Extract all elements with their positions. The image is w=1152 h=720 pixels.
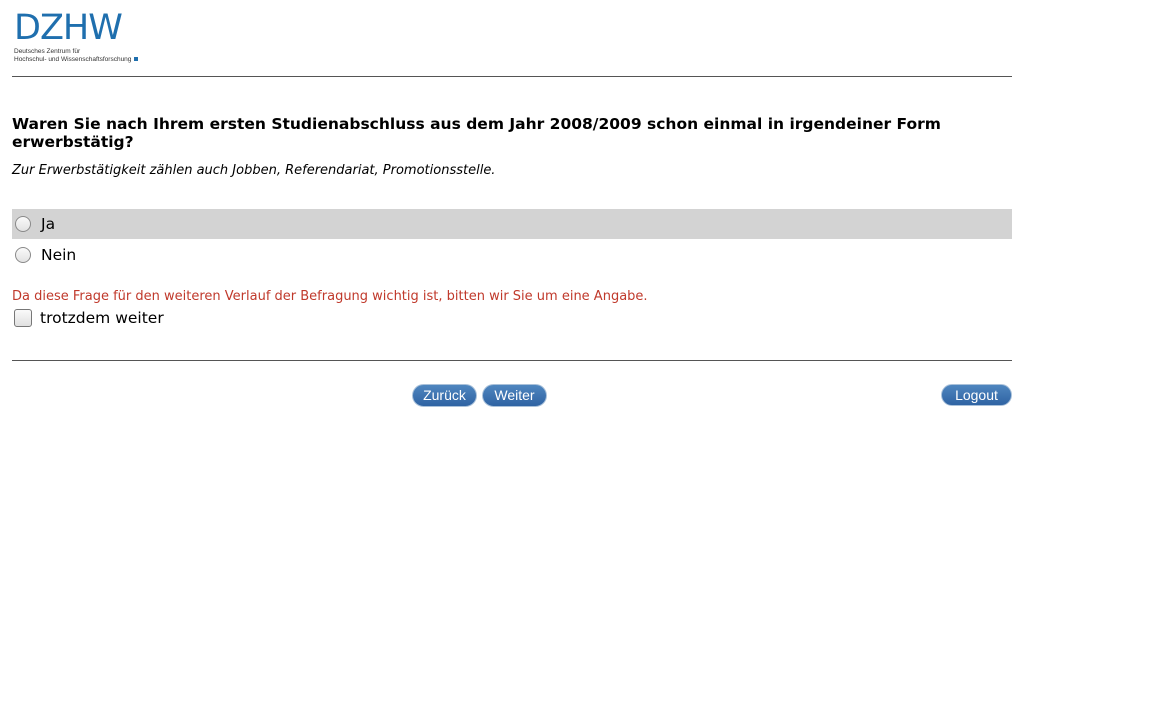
logo-subtitle: Deutsches Zentrum für Hochschul- und Wis… <box>14 48 154 64</box>
radio-ja[interactable] <box>15 216 31 232</box>
logo-square-icon <box>134 57 139 62</box>
question-hint: Zur Erwerbstätigkeit zählen auch Jobben,… <box>12 163 496 178</box>
top-divider <box>12 76 1012 77</box>
logo-subtitle-line2-wrap: Hochschul- und Wissenschaftsforschung <box>14 56 154 64</box>
skip-checkbox[interactable] <box>14 309 32 327</box>
next-button[interactable]: Weiter <box>482 384 547 407</box>
logo-subtitle-line1: Deutsches Zentrum für <box>14 48 81 55</box>
bottom-divider <box>12 360 1012 361</box>
dzhw-logo: DZHW Deutsches Zentrum für Hochschul- un… <box>14 8 144 66</box>
option-row-ja[interactable]: Ja <box>12 209 1012 239</box>
back-button[interactable]: Zurück <box>412 384 477 407</box>
skip-checkbox-label: trotzdem weiter <box>40 309 164 327</box>
option-label-ja: Ja <box>41 215 56 233</box>
logout-button[interactable]: Logout <box>941 384 1012 406</box>
question-title: Waren Sie nach Ihrem ersten Studienabsch… <box>12 115 941 151</box>
validation-warning: Da diese Frage für den weiteren Verlauf … <box>12 289 648 304</box>
option-label-nein: Nein <box>41 246 77 264</box>
radio-nein[interactable] <box>15 247 31 263</box>
skip-checkbox-row[interactable]: trotzdem weiter <box>12 308 164 328</box>
logo-wordmark: DZHW <box>14 8 123 48</box>
logo-subtitle-line2: Hochschul- und Wissenschaftsforschung <box>14 56 132 63</box>
option-row-nein[interactable]: Nein <box>12 240 1012 270</box>
